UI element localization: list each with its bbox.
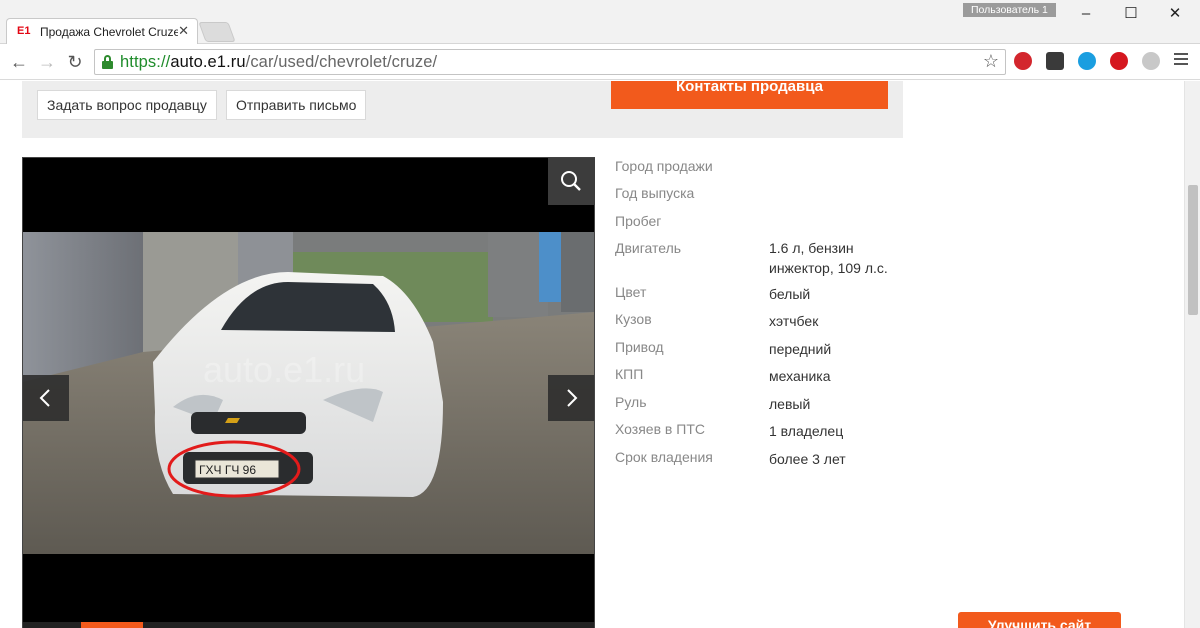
license-plate: ГХЧ ГЧ 96 <box>199 463 256 477</box>
close-window-icon[interactable]: ✕ <box>1165 4 1185 24</box>
menu-icon[interactable] <box>1174 53 1188 69</box>
back-arrow-icon[interactable]: ← <box>8 51 30 73</box>
bookmark-star-icon[interactable]: ☆ <box>983 51 999 72</box>
close-tab-icon[interactable]: ✕ <box>178 23 189 39</box>
browser-toolbar: ← → ↻ https://auto.e1.ru/car/used/chevro… <box>0 44 1200 80</box>
photo-gallery: ГХЧ ГЧ 96 auto.e1.ru <box>22 157 595 628</box>
honey-icon[interactable] <box>1046 52 1064 70</box>
adblock-plus-icon[interactable] <box>1014 52 1032 70</box>
globe-icon[interactable] <box>1142 52 1160 70</box>
improve-site-button[interactable]: Улучшить сайт <box>958 612 1121 628</box>
photo-watermark: auto.e1.ru <box>203 349 365 390</box>
seller-contacts-button[interactable]: Контакты продавца <box>611 81 888 109</box>
address-bar[interactable]: https://auto.e1.ru/car/used/chevrolet/cr… <box>94 49 1006 75</box>
forward-arrow-icon[interactable]: → <box>36 51 58 73</box>
send-letter-button[interactable]: Отправить письмо <box>226 90 367 120</box>
user-profile-badge[interactable]: Пользователь 1 <box>963 3 1056 17</box>
browser-titlebar: E1 Продажа Chevrolet Cruze ✕ Пользовател… <box>0 0 1200 44</box>
zoom-icon[interactable] <box>548 158 595 205</box>
ask-seller-button[interactable]: Задать вопрос продавцу <box>37 90 217 120</box>
minimize-icon[interactable]: – <box>1076 4 1096 24</box>
thumbnail-strip <box>23 622 594 628</box>
lock-icon <box>102 55 113 69</box>
tab-title: Продажа Chevrolet Cruze <box>40 25 178 39</box>
active-thumbnail-indicator[interactable] <box>81 622 143 628</box>
prev-photo-icon[interactable] <box>23 375 69 421</box>
scrollbar-thumb[interactable] <box>1188 185 1198 315</box>
page-scrollbar[interactable] <box>1184 81 1200 628</box>
browser-tab[interactable]: E1 Продажа Chevrolet Cruze ✕ <box>6 18 198 44</box>
site-favicon: E1 <box>17 25 31 37</box>
next-photo-icon[interactable] <box>548 375 594 421</box>
maximize-icon[interactable]: ☐ <box>1121 4 1141 24</box>
opera-icon[interactable] <box>1110 52 1128 70</box>
page-content: Задать вопрос продавцу Отправить письмо … <box>0 81 1184 628</box>
reload-icon[interactable]: ↻ <box>64 51 86 73</box>
new-tab-button[interactable] <box>198 22 236 42</box>
skype-icon[interactable] <box>1078 52 1096 70</box>
url-text: https://auto.e1.ru/car/used/chevrolet/cr… <box>120 53 438 71</box>
car-photo[interactable]: ГХЧ ГЧ 96 auto.e1.ru <box>23 232 594 554</box>
